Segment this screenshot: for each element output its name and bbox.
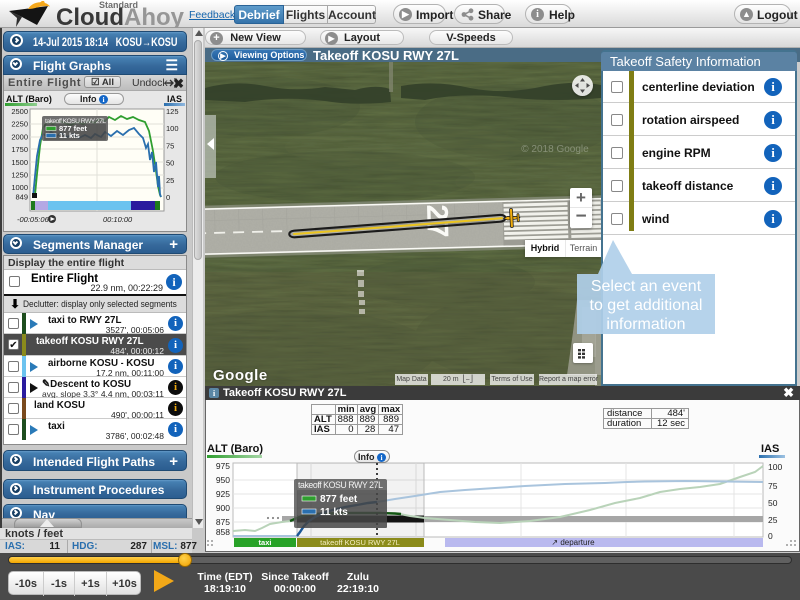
- svg-text:2000: 2000: [11, 132, 28, 141]
- svg-text:75: 75: [768, 481, 778, 491]
- svg-text:0: 0: [768, 531, 773, 541]
- svg-text:00:10:00: 00:10:00: [103, 215, 133, 224]
- svg-text:75: 75: [166, 141, 174, 150]
- svg-text:0: 0: [166, 193, 170, 202]
- svg-text:858: 858: [216, 527, 230, 537]
- svg-text:875: 875: [216, 517, 230, 527]
- svg-text:© 2018 Google: © 2018 Google: [521, 144, 589, 155]
- svg-text:↗ departure: ↗ departure: [551, 538, 595, 547]
- svg-text:25: 25: [166, 176, 174, 185]
- svg-text:11 kts: 11 kts: [59, 131, 80, 140]
- svg-text:877 feet: 877 feet: [320, 494, 358, 505]
- svg-text:50: 50: [166, 159, 174, 168]
- svg-text:11 kts: 11 kts: [320, 507, 348, 518]
- svg-text:100: 100: [768, 462, 782, 472]
- svg-text:2250: 2250: [11, 120, 28, 129]
- svg-text:25: 25: [768, 515, 778, 525]
- svg-text:950: 950: [216, 475, 230, 485]
- svg-text:925: 925: [216, 489, 230, 499]
- svg-text:1500: 1500: [11, 158, 28, 167]
- svg-text:takeoff KOSU RWY 27L: takeoff KOSU RWY 27L: [320, 538, 400, 547]
- svg-text:-00:05:06: -00:05:06: [17, 215, 50, 224]
- svg-text:975: 975: [216, 461, 230, 471]
- svg-text:50: 50: [768, 498, 778, 508]
- svg-text:100: 100: [166, 124, 179, 133]
- svg-text:2500: 2500: [11, 107, 28, 116]
- svg-text:1000: 1000: [11, 183, 28, 192]
- svg-text:1250: 1250: [11, 171, 28, 180]
- svg-text:900: 900: [216, 503, 230, 513]
- svg-text:1750: 1750: [11, 145, 28, 154]
- svg-text:849: 849: [15, 193, 28, 202]
- svg-text:takeoff KOSU RWY 27L: takeoff KOSU RWY 27L: [298, 480, 383, 490]
- svg-text:taxi: taxi: [259, 538, 272, 547]
- svg-text:125: 125: [166, 107, 179, 116]
